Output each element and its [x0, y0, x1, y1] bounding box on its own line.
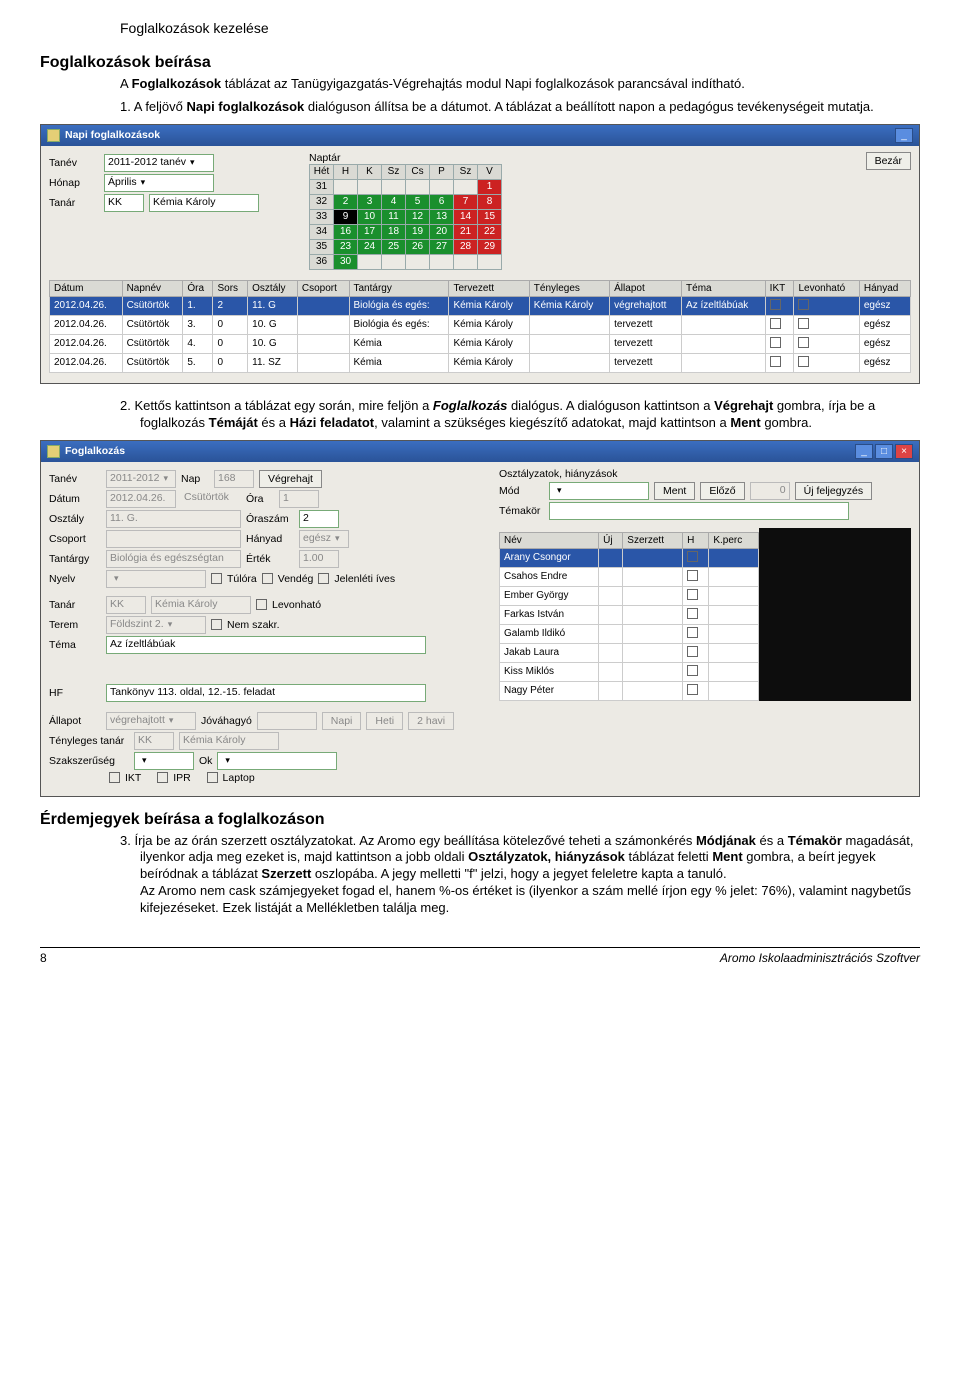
ora-input: 1	[279, 490, 319, 508]
tanar-name-input[interactable]: Kémia Károly	[149, 194, 259, 212]
nyelv-select	[106, 570, 206, 588]
osztalyzatok-label: Osztályzatok, hiányzások	[499, 468, 911, 480]
ment-button[interactable]: Ment	[654, 482, 695, 500]
page-number: 8	[40, 951, 47, 965]
list-item-1: 1. A feljövő Napi foglalkozások dialógus…	[120, 99, 920, 116]
laptop-checkbox[interactable]	[207, 772, 218, 783]
allapot-select: végrehajtott	[106, 712, 196, 730]
heti-button: Heti	[366, 712, 403, 730]
tema-input[interactable]: Az ízeltlábúak	[106, 636, 426, 654]
vendeg-checkbox[interactable]	[262, 573, 273, 584]
tanev-input: 2011-2012	[106, 470, 176, 488]
tantargy-input: Biológia és egészségtan	[106, 550, 241, 568]
page-footer: 8 Aromo Iskolaadminisztrációs Szoftver	[40, 947, 920, 965]
minimize-icon[interactable]: _	[895, 128, 913, 143]
window-foglalkozas: Foglalkozás _ □ × Tanév2011-2012 Nap168 …	[40, 440, 920, 797]
close-icon[interactable]: ×	[895, 444, 913, 459]
nemszakr-checkbox[interactable]	[211, 619, 222, 630]
maximize-icon[interactable]: □	[875, 444, 893, 459]
page-header: Foglalkozások kezelése	[40, 20, 920, 36]
havi2-button: 2 havi	[408, 712, 454, 730]
section-heading-2: Érdemjegyek beírása a foglalkozáson	[40, 811, 920, 829]
titlebar: Napi foglalkozások _	[41, 125, 919, 146]
jelenleti-checkbox[interactable]	[318, 573, 329, 584]
filter-form: Tanév2011-2012 tanév HónapÁprilis TanárK…	[49, 152, 259, 270]
ipr-checkbox[interactable]	[157, 772, 168, 783]
osztaly-input: 11. G.	[106, 510, 241, 528]
mod-select[interactable]	[549, 482, 649, 500]
ujfeljegyzes-button[interactable]: Új feljegyzés	[795, 482, 873, 500]
ertek-input: 1.00	[299, 550, 339, 568]
hf-input[interactable]: Tankönyv 113. oldal, 12.-15. feladat	[106, 684, 426, 702]
close-button[interactable]: Bezár	[866, 152, 911, 170]
titlebar: Foglalkozás _ □ ×	[41, 441, 919, 462]
oraszam-input[interactable]: 2	[299, 510, 339, 528]
empty-panel	[759, 528, 911, 701]
datum-input: 2012.04.26.	[106, 490, 176, 508]
ikt-checkbox[interactable]	[109, 772, 120, 783]
tulora-checkbox[interactable]	[211, 573, 222, 584]
tanev-select[interactable]: 2011-2012 tanév	[104, 154, 214, 172]
minimize-icon[interactable]: _	[855, 444, 873, 459]
tanar-code-input[interactable]: KK	[104, 194, 144, 212]
students-table[interactable]: NévÚjSzerzettHK.percArany CsongorCsahos …	[499, 532, 759, 701]
ok-select[interactable]	[217, 752, 337, 770]
window-napi-foglalkozasok: Napi foglalkozások _ Tanév2011-2012 tané…	[40, 124, 920, 384]
nap-input: 168	[214, 470, 254, 488]
hanyad-select: egész	[299, 530, 349, 548]
list-item-2: 2. Kettős kattintson a táblázat egy sorá…	[120, 398, 920, 432]
window-title: Napi foglalkozások	[65, 129, 160, 141]
napi-button: Napi	[322, 712, 362, 730]
elozo-button[interactable]: Előző	[700, 482, 744, 500]
honap-select[interactable]: Április	[104, 174, 214, 192]
intro-paragraph: A Foglalkozások táblázat az Tanügyigazga…	[120, 76, 920, 93]
list-item-3: 3. Írja be az órán szerzett osztályzatok…	[120, 833, 920, 917]
tanar-code: KK	[106, 596, 146, 614]
tanar-name: Kémia Károly	[151, 596, 251, 614]
szaksz-select[interactable]	[134, 752, 194, 770]
app-icon	[47, 445, 60, 458]
temakor-input[interactable]	[549, 502, 849, 520]
sessions-table[interactable]: DátumNapnévÓraSorsOsztályCsoportTantárgy…	[49, 280, 911, 373]
window-title: Foglalkozás	[65, 445, 125, 457]
calendar[interactable]: HétHKSzCsPSzV311322345678339101112131415…	[309, 164, 502, 270]
csoport-input	[106, 530, 241, 548]
section-heading-1: Foglalkozások beírása	[40, 54, 920, 72]
calendar-label: Naptár	[309, 152, 502, 164]
vegrehajt-button[interactable]: Végrehajt	[259, 470, 322, 488]
terem-select: Földszint 2.	[106, 616, 206, 634]
product-name: Aromo Iskolaadminisztrációs Szoftver	[720, 951, 920, 965]
app-icon	[47, 129, 60, 142]
levonhato-checkbox[interactable]	[256, 599, 267, 610]
